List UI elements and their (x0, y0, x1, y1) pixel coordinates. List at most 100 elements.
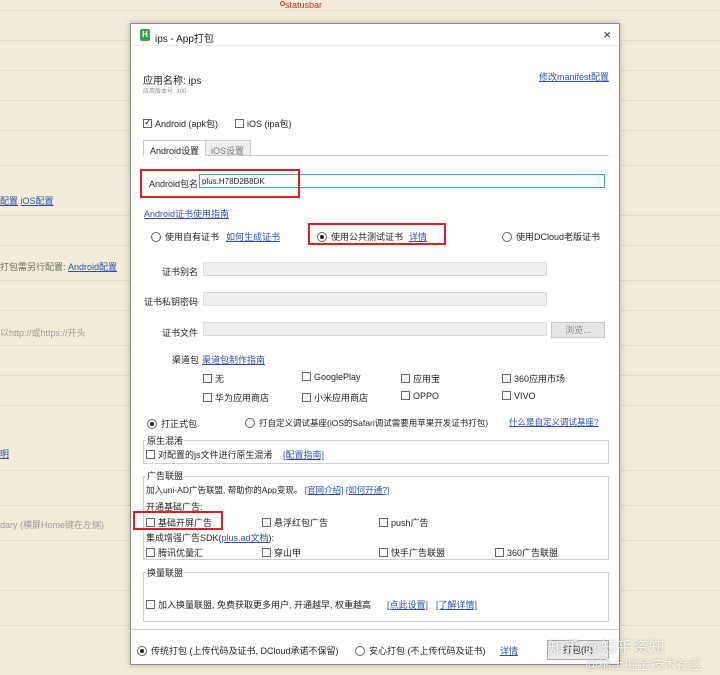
channel-guide-link[interactable]: 渠道包制作指南 (202, 353, 265, 366)
radio-icon (151, 231, 161, 242)
bg-top-tag: statusbar (285, 0, 323, 10)
radio-icon (502, 231, 512, 242)
bg-link-ios-config[interactable]: iOS配置 (21, 196, 54, 206)
browse-button[interactable]: 浏览... (551, 322, 605, 338)
app-name-label: 应用名称: ips (143, 76, 202, 87)
bg-link-doc[interactable]: 明 (0, 449, 9, 459)
channel-xiaomi-checkbox[interactable]: 小米应用商店 (302, 391, 368, 404)
cert-alias-label: 证书别名 (162, 267, 199, 277)
cert-dcloud-radio[interactable]: 使用DCloud老版证书 (502, 230, 600, 243)
manifest-link[interactable]: 修改manifest配置 (539, 70, 609, 83)
checkbox-icon (146, 518, 155, 528)
checkbox-icon (379, 518, 388, 528)
checkbox-icon (401, 374, 410, 384)
checkbox-icon (146, 450, 155, 460)
obfuscation-guide-link[interactable]: [配置指南] (283, 448, 324, 461)
radio-selected-icon (147, 418, 157, 429)
tab-android-settings[interactable]: Android设置 (143, 140, 207, 156)
android-cert-guide-link[interactable]: Android证书使用指南 (144, 207, 229, 220)
exchange-checkbox[interactable]: 加入换量联盟, 免费获取更多用户, 开通越早, 权重越高 (146, 598, 371, 611)
app-build-dialog: H ips - App打包 × 应用名称: ips 应用版本号: 100 修改m… (130, 23, 620, 665)
ads-sdk-label: 集成增强广告SDK(plus.ad文档): (146, 533, 275, 543)
app-version-label: 应用版本号: 100 (143, 89, 187, 95)
exchange-settings-link[interactable]: [点此设置] (387, 598, 428, 611)
channel-label: 渠道包 (172, 355, 200, 365)
channel-oppo-checkbox[interactable]: OPPO (401, 391, 439, 401)
package-name-input[interactable]: plus.H78D2B8DK (199, 174, 605, 188)
exchange-details-link[interactable]: [了解详情] (436, 598, 477, 611)
ads-intro: 加入uni-AD广告联盟, 帮助你的App变现。 [官网介绍] [如何开通?] (146, 485, 390, 495)
channel-vivo-checkbox[interactable]: VIVO (502, 391, 536, 401)
cert-password-label: 证书私钥密码 (144, 297, 199, 307)
build-release-radio[interactable]: 打正式包 (147, 417, 197, 430)
checkbox-icon (262, 548, 271, 558)
checkbox-icon (302, 372, 311, 382)
checkbox-checked-icon (143, 117, 152, 129)
sdk-tencent-checkbox[interactable]: 腾讯优量汇 (146, 546, 203, 559)
ad-push-checkbox[interactable]: push广告 (379, 516, 429, 529)
radio-selected-icon (317, 231, 327, 242)
plus-ad-doc-link[interactable]: plus.ad文档 (222, 533, 269, 543)
bg-line-5: dary (横屏Home键在左侧) (0, 520, 105, 530)
ad-float-checkbox[interactable]: 悬浮红包广告 (262, 516, 328, 529)
dialog-titlebar: H ips - App打包 × (131, 24, 619, 46)
bg-line-1: 配置 iOS配置 (0, 194, 54, 207)
android-platform-checkbox[interactable]: Android (apk包) (143, 117, 218, 130)
exchange-title: 换量联盟 (146, 566, 185, 579)
ads-title: 广告联盟 (146, 469, 185, 482)
checkbox-icon (203, 374, 212, 384)
package-name-label: Android包名 (149, 179, 199, 189)
cert-file-label: 证书文件 (162, 328, 199, 338)
checkbox-icon (401, 391, 410, 401)
radio-icon (355, 645, 365, 656)
checkbox-icon (495, 548, 504, 558)
bg-line-4: 明 (0, 447, 9, 460)
obfuscation-checkbox[interactable]: 对配置的js文件进行原生混淆 (146, 448, 273, 461)
radio-icon (245, 417, 255, 428)
safe-build-radio[interactable]: 安心打包 (不上传代码及证书) (355, 644, 486, 657)
traditional-build-radio[interactable]: 传统打包 (上传代码及证书, DCloud承诺不保留) (137, 644, 339, 657)
sdk-kuaishou-checkbox[interactable]: 快手广告联盟 (379, 546, 445, 559)
cert-alias-input[interactable] (203, 262, 547, 276)
cert-own-radio[interactable]: 使用自有证书 (151, 230, 219, 243)
watermark-juejin: @稀土掘金技术社区 (585, 657, 703, 672)
checkbox-icon (302, 393, 311, 403)
checkbox-icon (146, 600, 155, 610)
checkbox-icon (262, 518, 271, 528)
sdk-pangle-checkbox[interactable]: 穿山甲 (262, 546, 301, 559)
ads-basic-label: 开通基础广告: (146, 502, 203, 512)
obfuscation-title: 原生混淆 (146, 434, 185, 447)
ads-howto-link[interactable]: [如何开通?] (346, 485, 389, 495)
build-custom-radio[interactable]: 打自定义调试基座(iOS的Safari调试需要用苹果开发证书打包) (245, 417, 488, 429)
close-icon[interactable]: × (603, 27, 611, 42)
hbuilder-app-icon: H (140, 29, 150, 41)
build-detail-link[interactable]: 详情 (500, 644, 518, 657)
ad-splash-checkbox[interactable]: 基础开屏广告 (146, 516, 212, 529)
channel-none-checkbox[interactable]: 无 (203, 372, 224, 385)
cert-generate-link[interactable]: 如何生成证书 (226, 230, 280, 243)
bg-link-android-config[interactable]: Android配置 (68, 262, 117, 272)
ios-platform-checkbox[interactable]: iOS (ipa包) (235, 117, 292, 130)
radio-selected-icon (137, 645, 147, 656)
ads-official-link[interactable]: [官网介绍] (305, 485, 344, 495)
channel-huawei-checkbox[interactable]: 华为应用商店 (203, 391, 269, 404)
channel-googleplay-checkbox[interactable]: GooglePlay (302, 372, 361, 382)
bg-link-config[interactable]: 配置 (0, 196, 18, 206)
sdk-360-checkbox[interactable]: 360广告联盟 (495, 546, 558, 559)
channel-yingyongbao-checkbox[interactable]: 应用宝 (401, 372, 440, 385)
checkbox-icon (146, 548, 155, 558)
dialog-title: ips - App打包 (155, 34, 214, 45)
bg-line-2: 打包需另行配置: Android配置 (0, 262, 118, 272)
tab-ios-settings[interactable]: iOS设置 (204, 140, 252, 156)
cert-public-radio[interactable]: 使用公共测试证书 (317, 230, 403, 243)
channel-360-checkbox[interactable]: 360应用市场 (502, 372, 565, 385)
checkbox-icon (203, 393, 212, 403)
checkbox-icon (502, 391, 511, 401)
checkbox-icon (235, 119, 244, 129)
cert-file-input[interactable] (203, 322, 547, 336)
custom-base-link[interactable]: 什么是自定义调试基座? (509, 416, 599, 428)
bg-line-3: 以http://或https://开头 (0, 328, 86, 338)
cert-password-input[interactable] (203, 292, 547, 306)
cert-public-detail-link[interactable]: 详情 (409, 230, 427, 243)
checkbox-icon (379, 548, 388, 558)
